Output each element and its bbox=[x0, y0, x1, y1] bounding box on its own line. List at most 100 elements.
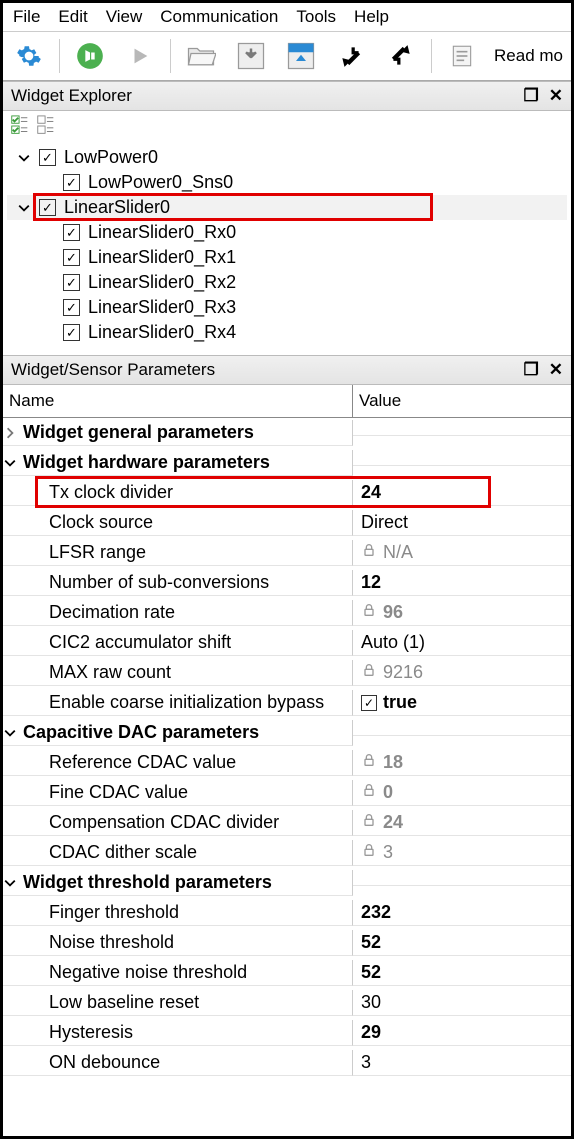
param-value[interactable]: 3 bbox=[361, 1052, 371, 1073]
chevron-down-icon[interactable] bbox=[17, 151, 31, 165]
folder-open-icon[interactable] bbox=[181, 36, 221, 76]
menu-help[interactable]: Help bbox=[354, 7, 389, 27]
param-value[interactable]: N/A bbox=[383, 542, 413, 563]
import-icon[interactable] bbox=[331, 36, 371, 76]
tree-item[interactable]: LinearSlider0 bbox=[7, 195, 567, 220]
tree-item-label: LowPower0_Sns0 bbox=[88, 172, 233, 193]
param-row: Clock source Direct bbox=[3, 508, 571, 538]
menu-bar: File Edit View Communication Tools Help bbox=[3, 3, 571, 32]
read-mode-label: Read mo bbox=[494, 46, 565, 66]
param-group-label: Widget general parameters bbox=[23, 422, 254, 443]
param-group[interactable]: Widget general parameters bbox=[3, 418, 571, 448]
param-value[interactable]: 18 bbox=[383, 752, 403, 773]
param-row: ON debounce 3 bbox=[3, 1048, 571, 1078]
param-value[interactable]: 30 bbox=[361, 992, 381, 1013]
param-value[interactable]: true bbox=[383, 692, 417, 713]
param-value[interactable]: 52 bbox=[361, 962, 381, 983]
param-group-label: Widget threshold parameters bbox=[23, 872, 272, 893]
menu-tools[interactable]: Tools bbox=[296, 7, 336, 27]
lock-icon bbox=[361, 842, 377, 863]
param-name: Fine CDAC value bbox=[3, 782, 188, 803]
param-group[interactable]: Widget hardware parameters bbox=[3, 448, 571, 478]
checkbox-icon[interactable] bbox=[63, 299, 80, 316]
param-name: Clock source bbox=[3, 512, 153, 533]
checkbox-icon[interactable] bbox=[63, 249, 80, 266]
param-name: ON debounce bbox=[3, 1052, 160, 1073]
param-group[interactable]: Capacitive DAC parameters bbox=[3, 718, 571, 748]
param-value[interactable]: 96 bbox=[383, 602, 403, 623]
gear-icon[interactable] bbox=[9, 36, 49, 76]
undock-icon[interactable]: ❐ bbox=[524, 360, 539, 380]
tree-item[interactable]: LinearSlider0_Rx3 bbox=[7, 295, 567, 320]
chevron-down-icon[interactable] bbox=[17, 201, 31, 215]
menu-file[interactable]: File bbox=[13, 7, 40, 27]
lock-icon bbox=[361, 782, 377, 803]
param-row: LFSR range N/A bbox=[3, 538, 571, 568]
param-group[interactable]: Widget threshold parameters bbox=[3, 868, 571, 898]
checkbox-icon[interactable] bbox=[63, 224, 80, 241]
menu-communication[interactable]: Communication bbox=[160, 7, 278, 27]
param-value[interactable]: 3 bbox=[383, 842, 393, 863]
play-icon[interactable] bbox=[120, 36, 160, 76]
checkbox-icon[interactable] bbox=[361, 695, 377, 711]
param-value[interactable]: Auto (1) bbox=[361, 632, 425, 653]
param-group-label: Capacitive DAC parameters bbox=[23, 722, 259, 743]
param-row: MAX raw count9216 bbox=[3, 658, 571, 688]
param-group-label: Widget hardware parameters bbox=[23, 452, 270, 473]
param-value[interactable]: 24 bbox=[361, 482, 381, 503]
undock-icon[interactable]: ❐ bbox=[524, 86, 539, 106]
document-icon[interactable] bbox=[442, 36, 482, 76]
checkbox-icon[interactable] bbox=[39, 149, 56, 166]
chevron-down-icon[interactable] bbox=[3, 877, 17, 889]
param-name: Hysteresis bbox=[3, 1022, 133, 1043]
chevron-down-icon[interactable] bbox=[3, 727, 17, 739]
tree-item[interactable]: LinearSlider0_Rx2 bbox=[7, 270, 567, 295]
checkbox-icon[interactable] bbox=[39, 199, 56, 216]
tree-item-label: LinearSlider0_Rx0 bbox=[88, 222, 236, 243]
panel-title-params: Widget/Sensor Parameters bbox=[11, 360, 524, 380]
panel-header-explorer: Widget Explorer ❐ ✕ bbox=[3, 81, 571, 111]
tree-item[interactable]: LinearSlider0_Rx0 bbox=[7, 220, 567, 245]
param-value[interactable]: Direct bbox=[361, 512, 408, 533]
param-value[interactable]: 29 bbox=[361, 1022, 381, 1043]
export-icon[interactable] bbox=[381, 36, 421, 76]
param-value[interactable]: 24 bbox=[383, 812, 403, 833]
param-value[interactable]: 232 bbox=[361, 902, 391, 923]
param-name: LFSR range bbox=[3, 542, 146, 563]
param-row: Finger threshold232 bbox=[3, 898, 571, 928]
lock-icon bbox=[361, 542, 377, 563]
param-name: Low baseline reset bbox=[3, 992, 199, 1013]
close-icon[interactable]: ✕ bbox=[549, 86, 563, 106]
menu-view[interactable]: View bbox=[106, 7, 143, 27]
tree-item[interactable]: LowPower0 bbox=[7, 145, 567, 170]
tree-item[interactable]: LinearSlider0_Rx1 bbox=[7, 245, 567, 270]
param-header-row: Name Value bbox=[3, 385, 571, 418]
param-value[interactable]: 12 bbox=[361, 572, 381, 593]
upload-icon[interactable] bbox=[281, 36, 321, 76]
param-row: CDAC dither scale3 bbox=[3, 838, 571, 868]
checkbox-icon[interactable] bbox=[63, 324, 80, 341]
param-name: Negative noise threshold bbox=[3, 962, 247, 983]
download-icon[interactable] bbox=[231, 36, 271, 76]
param-name: Decimation rate bbox=[3, 602, 175, 623]
chevron-down-icon[interactable] bbox=[3, 457, 17, 469]
panel-title-explorer: Widget Explorer bbox=[11, 86, 524, 106]
check-all-icon[interactable] bbox=[9, 115, 31, 137]
param-value[interactable]: 0 bbox=[383, 782, 393, 803]
close-icon[interactable]: ✕ bbox=[549, 360, 563, 380]
menu-edit[interactable]: Edit bbox=[58, 7, 87, 27]
tree-item[interactable]: LinearSlider0_Rx4 bbox=[7, 320, 567, 345]
checkbox-icon[interactable] bbox=[63, 274, 80, 291]
param-value[interactable]: 52 bbox=[361, 932, 381, 953]
connect-icon[interactable] bbox=[70, 36, 110, 76]
checkbox-icon[interactable] bbox=[63, 174, 80, 191]
uncheck-all-icon[interactable] bbox=[35, 115, 57, 137]
tree-item[interactable]: LowPower0_Sns0 bbox=[7, 170, 567, 195]
param-value[interactable]: 9216 bbox=[383, 662, 423, 683]
toolbar: Read mo bbox=[3, 32, 571, 81]
chevron-right-icon[interactable] bbox=[3, 427, 17, 439]
tree-item-label: LinearSlider0_Rx4 bbox=[88, 322, 236, 343]
param-row: CIC2 accumulator shiftAuto (1) bbox=[3, 628, 571, 658]
tree-item-label: LinearSlider0_Rx3 bbox=[88, 297, 236, 318]
param-row: Tx clock divider24 bbox=[3, 478, 571, 508]
